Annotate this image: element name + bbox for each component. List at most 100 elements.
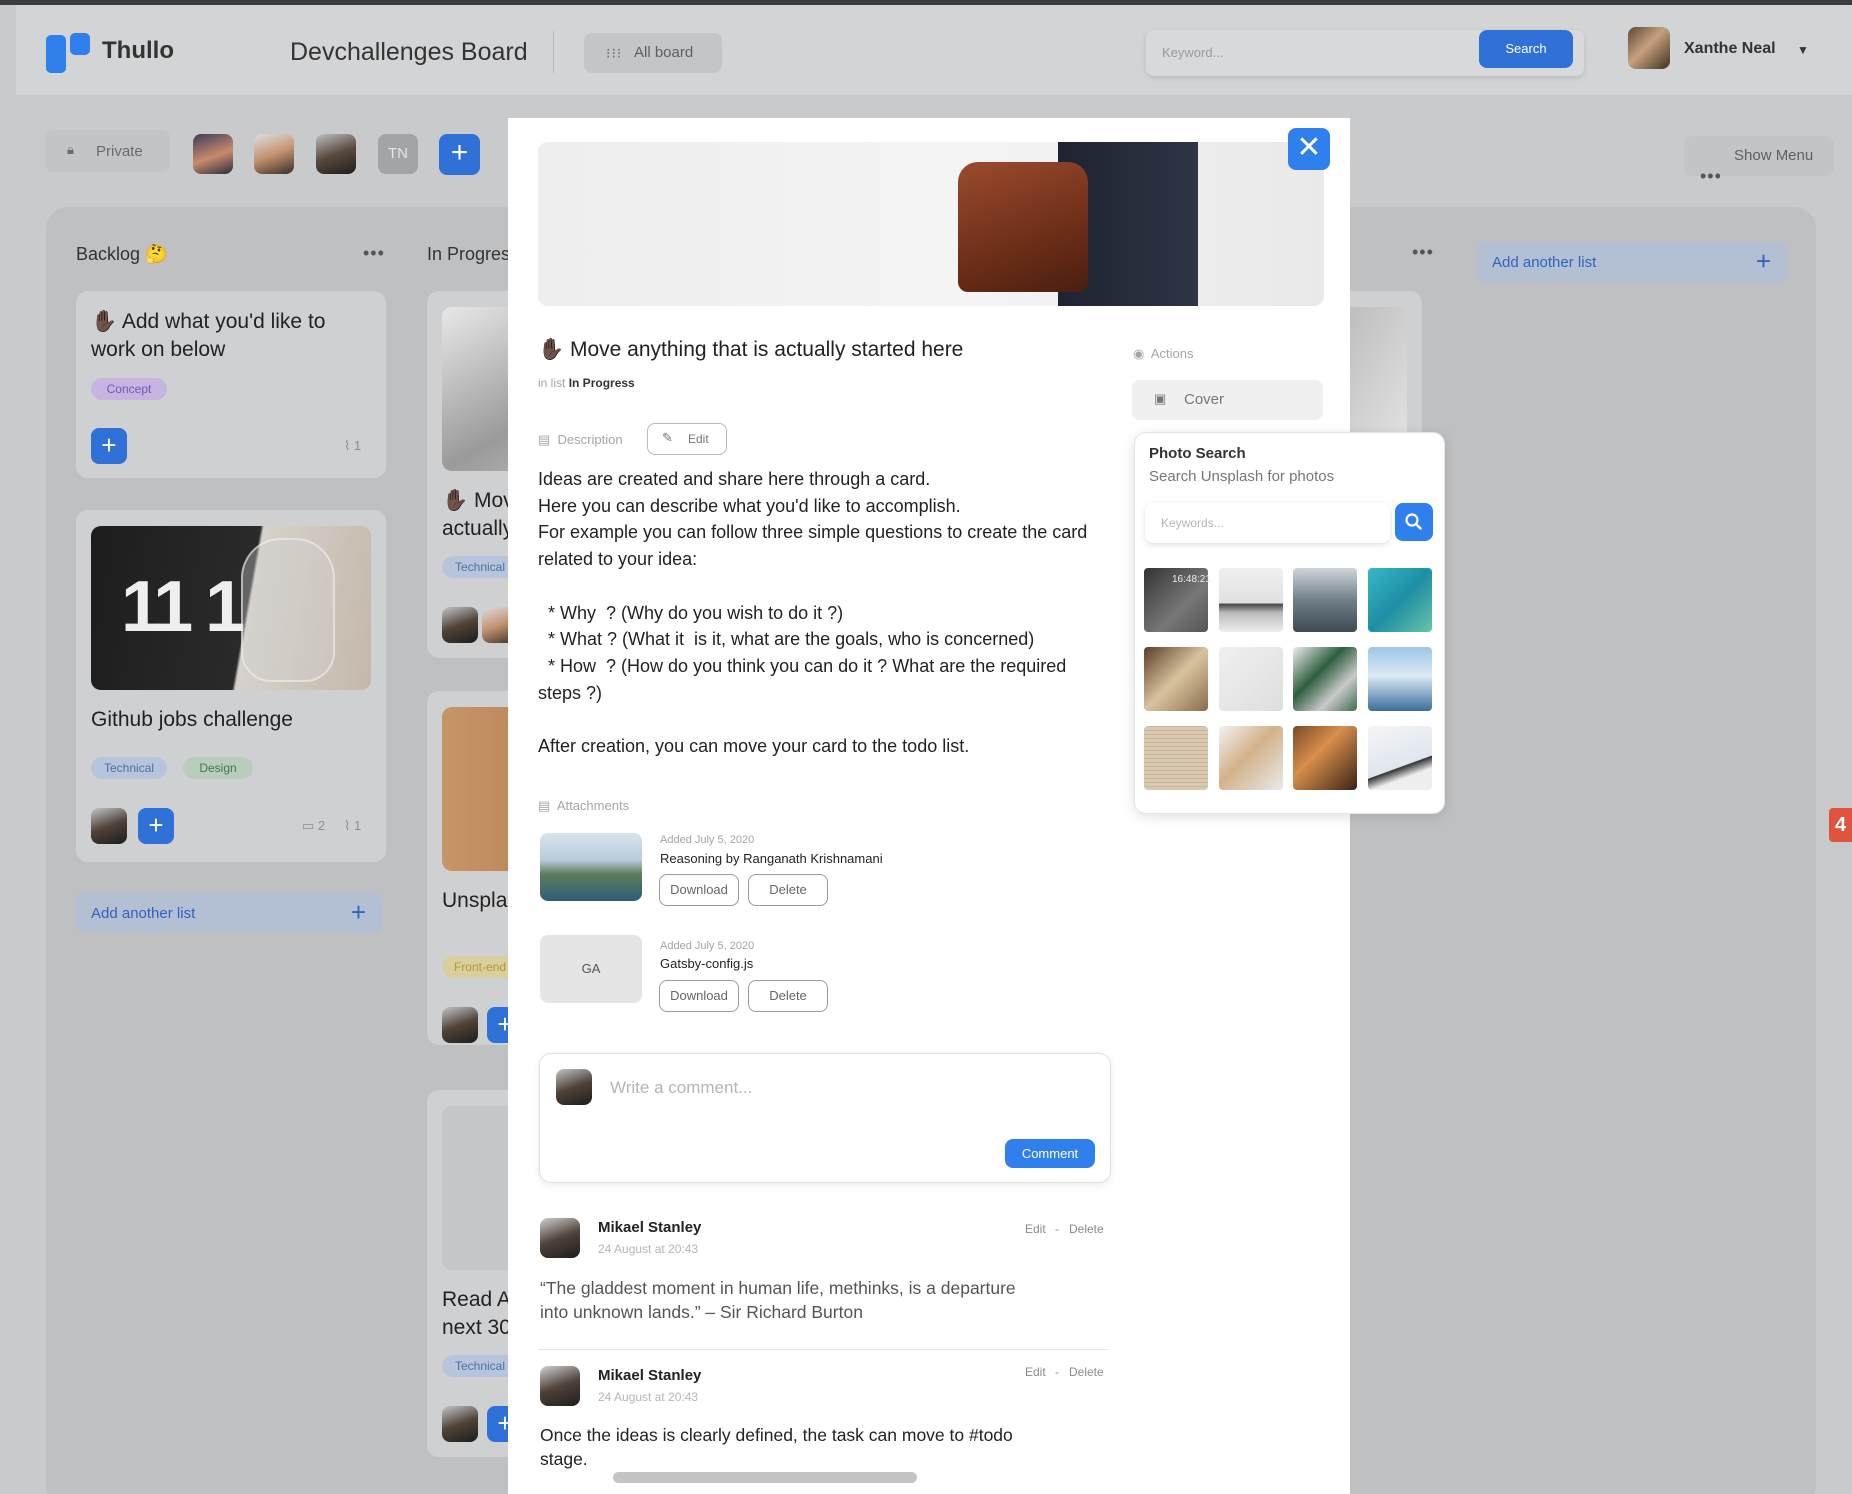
edit-label: Edit [688, 432, 709, 446]
pencil-icon: ✎ [662, 430, 673, 445]
comment-date: 24 August at 20:43 [598, 1390, 699, 1404]
comment-submit-button[interactable]: Comment [1005, 1139, 1095, 1168]
photo-thumbnail[interactable] [1144, 647, 1208, 711]
add-another-list-button[interactable]: Add another list + [1477, 242, 1787, 282]
edit-description-button[interactable]: ✎ Edit [647, 423, 727, 455]
document-icon: ▤ [538, 432, 551, 447]
add-member-button[interactable]: + [138, 808, 174, 844]
comment-edit-link[interactable]: Edit [1025, 1222, 1046, 1236]
close-button[interactable]: ✕ [1288, 128, 1330, 170]
photo-thumbnail[interactable] [1219, 568, 1283, 632]
photo-thumbnail[interactable] [1293, 568, 1357, 632]
assignee-avatar[interactable] [91, 808, 127, 844]
add-member-button[interactable]: + [91, 428, 127, 464]
card-backlog-1[interactable]: ✋🏿 Add what you'd like to work on below … [76, 291, 386, 478]
document-icon: ▤ [538, 798, 551, 813]
photo-search-button[interactable] [1395, 503, 1433, 541]
comment-delete-link[interactable]: Delete [1069, 1365, 1104, 1379]
assignee-avatar[interactable] [442, 1406, 478, 1442]
comment-text: Once the ideas is clearly defined, the t… [540, 1425, 1013, 1469]
clock-text: 16:48:21 [1172, 574, 1211, 585]
add-member-button[interactable]: + [487, 1007, 508, 1043]
member-avatar[interactable] [254, 134, 294, 174]
assignee-avatar[interactable] [442, 1007, 478, 1043]
visibility-button[interactable]: 🔒︎ Private [45, 130, 170, 172]
card-third-column[interactable] [1350, 291, 1422, 435]
current-user-avatar [556, 1069, 592, 1105]
card-in-progress-3[interactable]: Read Atomic Habits in the next 30 days T… [427, 1090, 508, 1457]
photo-thumbnail[interactable] [1368, 568, 1432, 632]
card-in-progress-2[interactable]: Unsplash connect Back-end Front-end + [427, 691, 508, 1045]
attachment-name: Gatsby-config.js [660, 956, 754, 971]
in-list-value: In Progress [568, 376, 635, 390]
cover-button[interactable]: ▣ Cover [1132, 380, 1323, 420]
card-cover-image: 11 1 [91, 526, 371, 690]
member-initials-avatar[interactable]: TN [378, 134, 418, 174]
tag-technical: Technical [442, 556, 508, 578]
photo-search-input[interactable]: Keywords... [1145, 503, 1390, 543]
comment-date: 24 August at 20:43 [598, 1242, 699, 1256]
user-name[interactable]: Xanthe Neal [1684, 40, 1776, 58]
download-button[interactable]: Download [659, 874, 739, 906]
comment-input[interactable]: Write a comment... [610, 1078, 752, 1098]
more-icon[interactable]: ••• [1700, 166, 1722, 187]
photo-thumbnail[interactable] [1368, 647, 1432, 711]
card-title: Github jobs challenge [91, 708, 293, 731]
add-member-button[interactable]: + [487, 1406, 508, 1442]
delete-button[interactable]: Delete [748, 980, 828, 1012]
comment-separator: - [1055, 1365, 1059, 1379]
list-menu-icon[interactable]: ••• [363, 243, 385, 264]
all-board-label: All board [634, 44, 694, 61]
photo-thumbnail[interactable] [1219, 647, 1283, 711]
card-backlog-2[interactable]: 11 1 Github jobs challenge Technical Des… [76, 510, 386, 862]
card-cover-image [442, 707, 508, 871]
card-cover-image [442, 307, 508, 471]
photo-thumbnail[interactable] [1368, 726, 1432, 790]
tag-technical: Technical [442, 1355, 508, 1377]
comment-author-avatar [540, 1218, 580, 1258]
download-button[interactable]: Download [659, 980, 739, 1012]
photo-search-placeholder: Keywords... [1161, 516, 1224, 530]
all-board-button[interactable]: ⁝⁝⁝ All board [584, 33, 722, 73]
add-member-button[interactable]: + [439, 134, 480, 175]
comment-icon: ▭ [302, 818, 315, 833]
attachment-count: ⌇ 1 [344, 818, 362, 833]
app-screen: Thullo Devchallenges Board ⁝⁝⁝ All board… [0, 0, 1852, 1494]
show-menu-label: Show Menu [1734, 147, 1814, 164]
board-title: Devchallenges Board [290, 38, 528, 66]
clock-digits-image: 11 1 [121, 567, 245, 647]
card-in-progress-1[interactable]: ✋🏿 Move anything that is actually starte… [427, 291, 508, 658]
chevron-down-icon[interactable]: ▼ [1797, 43, 1809, 57]
member-avatar[interactable] [193, 134, 233, 174]
horizontal-scrollbar[interactable] [613, 1472, 917, 1483]
photo-thumbnail[interactable]: 16:48:21 [1144, 568, 1211, 632]
list-menu-icon[interactable]: ••• [1412, 242, 1434, 263]
photo-thumbnail[interactable] [1293, 726, 1357, 790]
cover-label: Cover [1184, 391, 1225, 408]
list-title-backlog: Backlog 🤔 [76, 244, 168, 264]
photo-thumbnail[interactable] [1219, 726, 1283, 790]
delete-button[interactable]: Delete [748, 874, 828, 906]
photo-search-subtitle: Search Unsplash for photos [1149, 468, 1335, 485]
card-cover-image [442, 1106, 508, 1270]
coffee-carafe-image [241, 538, 335, 682]
comment-separator: - [1055, 1222, 1059, 1236]
in-progress-column-clip: ✋🏿 Move anything that is actually starte… [427, 291, 508, 1494]
assignee-avatar[interactable] [442, 607, 478, 643]
photo-search-title: Photo Search [1149, 445, 1246, 462]
add-list-label: Add another list [91, 905, 196, 922]
comment-delete-link[interactable]: Delete [1069, 1222, 1104, 1236]
comment-edit-link[interactable]: Edit [1025, 1365, 1046, 1379]
search-button[interactable]: Search [1479, 30, 1573, 68]
photo-thumbnail[interactable] [1293, 647, 1357, 711]
paperclip-icon: ⌇ [344, 438, 351, 453]
notification-badge[interactable]: 4 [1829, 808, 1852, 842]
assignee-avatar[interactable] [482, 607, 508, 643]
add-another-list-button[interactable]: Add another list + [76, 893, 382, 933]
member-avatar[interactable] [316, 134, 356, 174]
image-icon: ▣ [1154, 391, 1167, 406]
list-title-in-progress-clip: In Progress [427, 244, 508, 265]
user-avatar[interactable] [1628, 27, 1670, 69]
photo-thumbnail[interactable] [1144, 726, 1208, 790]
user-circle-icon: ◉ [1133, 346, 1145, 361]
